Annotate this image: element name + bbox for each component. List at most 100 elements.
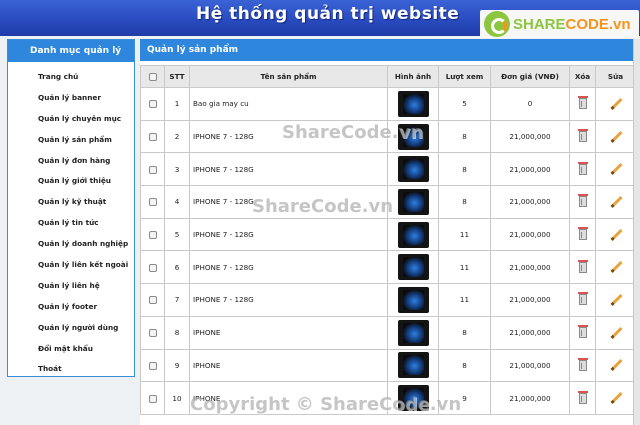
row-price: 21,000,000 [490,283,570,317]
pencil-icon[interactable] [610,131,622,143]
product-thumbnail[interactable] [397,319,429,346]
sidebar-item-users[interactable]: Quản lý người dùng [8,318,134,339]
logo-icon [484,11,510,37]
sharecode-logo[interactable]: SHARECODE.vn [480,10,639,38]
row-checkbox[interactable] [148,133,157,142]
row-checkbox[interactable] [148,361,157,370]
trash-icon[interactable] [577,357,588,371]
row-checkbox[interactable] [148,394,157,403]
trash-icon[interactable] [577,96,588,110]
product-thumbnail[interactable] [397,254,429,281]
row-stt: 2 [164,119,190,154]
trash-icon[interactable] [577,161,588,175]
row-checkbox[interactable] [148,329,157,338]
sidebar-item-news[interactable]: Quản lý tin tức [8,213,134,234]
product-thumbnail[interactable] [397,286,429,313]
product-thumbnail[interactable] [397,352,429,379]
table-row: 6 IPHONE 7 - 128G 11 21,000,000 [140,250,636,285]
table-header-row: STT Tên sản phẩm Hình ảnh Lượt xem Đơn g… [140,65,636,88]
row-stt: 7 [164,283,190,317]
sidebar-item-orders[interactable]: Quản lý đơn hàng [8,151,134,172]
select-all-checkbox[interactable] [148,73,157,81]
row-stt: 8 [164,315,190,350]
table-row: 4 IPHONE 7 - 128G 8 21,000,000 [140,185,636,219]
sidebar: Danh mục quản lý Trang chủ Quản lý banne… [7,39,135,377]
row-checkbox[interactable] [148,165,157,174]
row-product-name: IPHONE [189,381,388,415]
column-header-delete: Xóa [569,65,596,88]
page-title: Quản lý sản phẩm [140,39,640,61]
row-checkbox[interactable] [148,100,157,109]
row-product-name: IPHONE 7 - 128G [189,185,388,219]
row-price: 21,000,000 [490,315,570,350]
product-thumbnail[interactable] [397,188,429,215]
row-views: 8 [438,152,491,187]
pencil-icon[interactable] [610,359,622,371]
sidebar-item-business[interactable]: Quản lý doanh nghiệp [8,234,134,255]
sidebar-item-technical[interactable]: Quản lý kỹ thuật [8,192,134,213]
column-header-edit: Sửa [595,65,636,88]
sidebar-item-footer[interactable]: Quản lý footer [8,297,134,318]
trash-icon[interactable] [577,227,588,241]
row-price: 21,000,000 [490,152,570,187]
sidebar-title: Danh mục quản lý [8,40,134,62]
main-panel: Quản lý sản phẩm STT Tên sản phẩm Hình ả… [140,39,640,425]
row-checkbox[interactable] [148,296,157,305]
pencil-icon[interactable] [610,327,622,339]
column-header-image: Hình ảnh [387,65,439,88]
table-row: 2 IPHONE 7 - 128G 8 21,000,000 [140,119,636,154]
pencil-icon[interactable] [610,392,622,404]
pencil-icon[interactable] [610,261,622,273]
sidebar-item-external-links[interactable]: Quản lý liên kết ngoài [8,255,134,276]
row-product-name: IPHONE [189,348,388,383]
product-thumbnail[interactable] [397,123,429,150]
row-product-name: IPHONE 7 - 128G [189,119,388,154]
trash-icon[interactable] [577,194,588,208]
product-thumbnail[interactable] [397,221,429,248]
trash-icon[interactable] [577,259,588,273]
row-views: 8 [438,119,491,154]
sidebar-item-logout[interactable]: Thoát [8,359,134,380]
sidebar-item-banner[interactable]: Quản lý banner [8,88,134,109]
sidebar-item-contact[interactable]: Quản lý liên hệ [8,276,134,297]
page-scrollbar[interactable] [633,39,640,425]
column-header-views: Lượt xem [438,65,491,88]
row-price: 21,000,000 [490,185,570,219]
row-stt: 10 [164,381,190,415]
product-thumbnail[interactable] [397,156,429,183]
row-product-name: IPHONE 7 - 128G [189,250,388,285]
sidebar-item-change-password[interactable]: Đổi mật khẩu [8,339,134,360]
column-header-name: Tên sản phẩm [189,65,388,88]
product-thumbnail[interactable] [397,385,429,412]
row-checkbox[interactable] [148,198,157,207]
product-thumbnail[interactable] [397,90,429,117]
row-price: 21,000,000 [490,217,570,252]
pencil-icon[interactable] [610,98,622,110]
pencil-icon[interactable] [610,294,622,306]
trash-icon[interactable] [577,325,588,339]
row-checkbox[interactable] [148,263,157,272]
sidebar-item-home[interactable]: Trang chủ [8,67,134,88]
trash-icon[interactable] [577,390,588,404]
row-stt: 4 [164,185,190,219]
logo-text: SHARECODE.vn [513,15,631,33]
trash-icon[interactable] [577,129,588,143]
row-stt: 9 [164,348,190,383]
pencil-icon[interactable] [610,229,622,241]
column-header-price: Đơn giá (VNĐ) [490,65,570,88]
pencil-icon[interactable] [610,163,622,175]
row-price: 21,000,000 [490,348,570,383]
row-price: 21,000,000 [490,381,570,415]
table-row: 8 IPHONE 8 21,000,000 [140,315,636,350]
sidebar-item-about[interactable]: Quản lý giới thiệu [8,171,134,192]
products-table: STT Tên sản phẩm Hình ảnh Lượt xem Đơn g… [140,65,636,415]
row-views: 5 [438,87,491,121]
sidebar-item-categories[interactable]: Quản lý chuyên mục [8,109,134,130]
pencil-icon[interactable] [610,196,622,208]
row-product-name: IPHONE 7 - 128G [189,217,388,252]
row-checkbox[interactable] [148,231,157,240]
table-row: 9 IPHONE 8 21,000,000 [140,348,636,383]
sidebar-item-products[interactable]: Quản lý sản phẩm [8,130,134,151]
trash-icon[interactable] [577,292,588,306]
row-stt: 5 [164,217,190,252]
